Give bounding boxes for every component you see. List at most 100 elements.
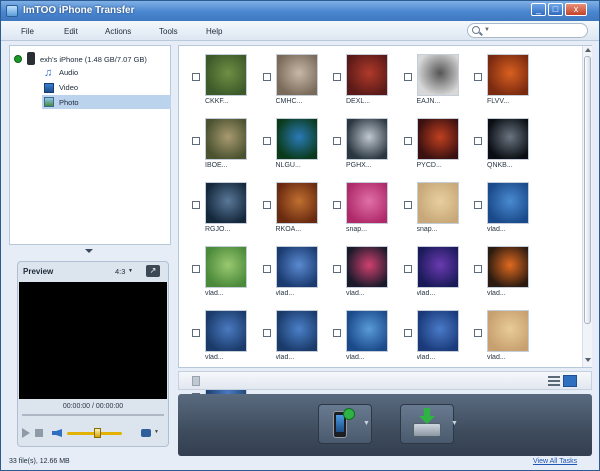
photo-item[interactable]: RGJO...: [179, 174, 249, 234]
menu-tools[interactable]: Tools: [159, 27, 178, 36]
photo-thumbnail[interactable]: [275, 118, 318, 160]
tree-item-photo[interactable]: Photo: [59, 96, 119, 109]
chevron-down-icon[interactable]: ▼: [451, 420, 458, 427]
photo-checkbox[interactable]: [333, 137, 341, 145]
scroll-up-icon[interactable]: [585, 48, 591, 52]
photo-thumbnail[interactable]: [205, 182, 247, 224]
photo-item[interactable]: IBOE...: [179, 110, 249, 170]
photo-checkbox[interactable]: [262, 265, 271, 273]
photo-checkbox[interactable]: [474, 329, 482, 337]
photo-item[interactable]: vlad...: [461, 174, 531, 234]
chevron-down-icon[interactable]: ▼: [128, 268, 133, 274]
photo-checkbox[interactable]: [333, 201, 341, 209]
photo-checkbox[interactable]: [333, 329, 341, 337]
photo-thumbnail[interactable]: [346, 54, 388, 96]
photo-item[interactable]: RKOA...: [250, 174, 320, 234]
photo-thumbnail[interactable]: [487, 310, 529, 352]
photo-checkbox[interactable]: [262, 137, 271, 145]
play-icon[interactable]: [22, 428, 30, 438]
tree-item-audio[interactable]: Audio: [59, 66, 119, 79]
photo-thumbnail[interactable]: [416, 118, 459, 160]
photo-item[interactable]: vlad...: [391, 238, 461, 298]
photo-checkbox[interactable]: [192, 329, 200, 337]
close-button[interactable]: x: [565, 3, 587, 16]
photo-checkbox[interactable]: [474, 265, 482, 273]
camera-icon[interactable]: [141, 429, 151, 437]
photo-checkbox[interactable]: [192, 265, 200, 273]
photo-thumbnail[interactable]: [487, 54, 529, 96]
photo-thumbnail[interactable]: [346, 118, 388, 160]
photo-thumbnail[interactable]: [487, 118, 529, 160]
photo-checkbox[interactable]: [192, 201, 200, 209]
chevron-down-icon[interactable]: ▼: [363, 420, 370, 427]
scroll-thumb[interactable]: [584, 56, 591, 324]
aspect-ratio-select[interactable]: 4:3: [115, 267, 125, 276]
photo-checkbox[interactable]: [262, 73, 271, 81]
photo-item[interactable]: QNKB...: [461, 110, 531, 170]
photo-thumbnail[interactable]: [205, 118, 247, 160]
photo-thumbnail[interactable]: [346, 310, 388, 352]
photo-item[interactable]: PYCD...: [391, 110, 461, 170]
photo-thumbnail[interactable]: [416, 310, 459, 352]
stop-icon[interactable]: [35, 429, 43, 437]
photo-thumbnail[interactable]: [346, 246, 388, 288]
photo-thumbnail[interactable]: [487, 182, 529, 224]
photo-item[interactable]: NLGU...: [250, 110, 320, 170]
search-input[interactable]: [492, 25, 584, 36]
chevron-down-icon[interactable]: ▼: [154, 429, 159, 435]
photo-item[interactable]: PGHX...: [320, 110, 390, 170]
search-icon[interactable]: [472, 26, 480, 34]
photo-checkbox[interactable]: [474, 201, 482, 209]
menu-file[interactable]: File: [21, 27, 34, 36]
photo-checkbox[interactable]: [474, 137, 482, 145]
photo-thumbnail[interactable]: [275, 310, 318, 352]
scroll-down-icon[interactable]: [585, 358, 591, 362]
photo-item[interactable]: vlad...: [461, 238, 531, 298]
menu-edit[interactable]: Edit: [64, 27, 78, 36]
photo-checkbox[interactable]: [192, 73, 200, 81]
trash-icon[interactable]: [192, 376, 200, 386]
photo-item[interactable]: vlad...: [391, 302, 461, 362]
photo-thumbnail[interactable]: [416, 54, 459, 96]
photo-checkbox[interactable]: [262, 201, 271, 209]
seek-bar[interactable]: [22, 414, 164, 416]
photo-thumbnail[interactable]: [487, 246, 529, 288]
photo-thumbnail[interactable]: [416, 246, 459, 288]
photo-checkbox[interactable]: [403, 137, 412, 145]
photo-checkbox[interactable]: [474, 73, 482, 81]
title-bar[interactable]: ImTOO iPhone Transfer _ □ x: [1, 1, 599, 21]
photo-item[interactable]: vlad...: [320, 302, 390, 362]
popout-icon[interactable]: ↗: [146, 265, 160, 277]
photo-thumbnail[interactable]: [205, 310, 247, 352]
photo-checkbox[interactable]: [403, 265, 412, 273]
photo-item[interactable]: vlad...: [179, 302, 249, 362]
photo-item[interactable]: CMHC...: [250, 46, 320, 106]
photo-checkbox[interactable]: [192, 137, 200, 145]
photo-item[interactable]: vlad...: [320, 238, 390, 298]
photo-thumbnail[interactable]: [416, 182, 459, 224]
photo-thumbnail[interactable]: [275, 182, 318, 224]
photo-item[interactable]: vlad...: [179, 238, 249, 298]
volume-knob[interactable]: [94, 428, 102, 438]
menu-actions[interactable]: Actions: [105, 27, 131, 36]
photo-item[interactable]: snap...: [320, 174, 390, 234]
photo-checkbox[interactable]: [333, 265, 341, 273]
maximize-button[interactable]: □: [548, 3, 563, 16]
chevron-down-icon[interactable]: ▼: [484, 27, 490, 33]
minimize-button[interactable]: _: [531, 3, 546, 16]
photo-item[interactable]: FLVV...: [461, 46, 531, 106]
menu-help[interactable]: Help: [206, 27, 222, 36]
tree-item-video[interactable]: Video: [59, 81, 119, 94]
photo-item[interactable]: vlad...: [461, 302, 531, 362]
photo-item[interactable]: vlad...: [250, 238, 320, 298]
photo-checkbox[interactable]: [403, 201, 412, 209]
grid-view-icon[interactable]: [563, 375, 577, 387]
photo-thumbnail[interactable]: [346, 182, 388, 224]
tree-item-device[interactable]: exh's iPhone (1.48 GB/7.07 GB): [40, 53, 147, 66]
search-box[interactable]: ▼: [467, 23, 588, 38]
photo-item[interactable]: snap...: [391, 174, 461, 234]
photo-item[interactable]: EAJN...: [391, 46, 461, 106]
view-all-tasks-link[interactable]: View All Tasks: [533, 458, 577, 465]
photo-checkbox[interactable]: [403, 329, 412, 337]
speaker-icon[interactable]: [52, 429, 62, 437]
